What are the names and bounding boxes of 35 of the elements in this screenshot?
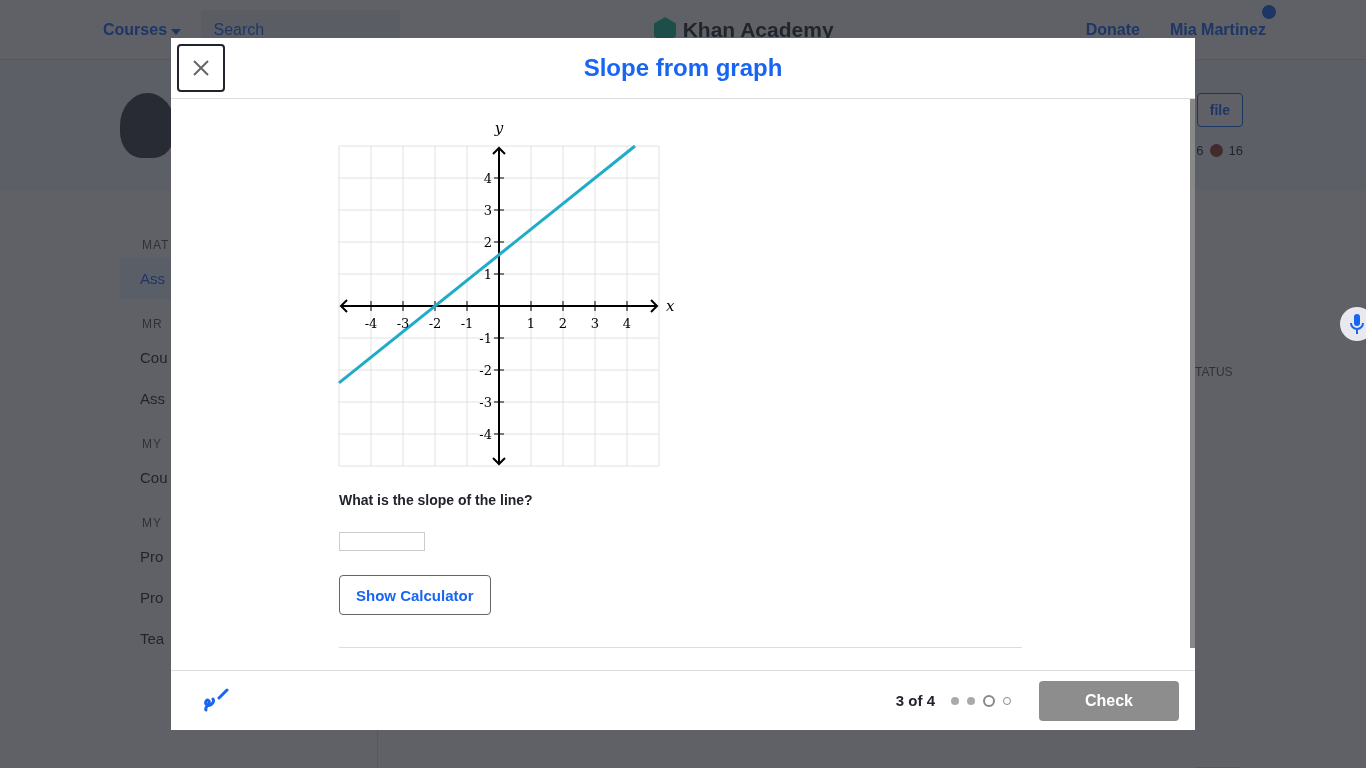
y-tick-label: -1 xyxy=(479,331,492,346)
y-tick-label: -4 xyxy=(479,427,492,442)
x-tick-label: 2 xyxy=(558,316,568,331)
y-axis-label: y xyxy=(494,119,504,137)
x-tick-label: 1 xyxy=(526,316,536,331)
x-tick-label: 4 xyxy=(622,316,632,331)
y-tick-label: -3 xyxy=(479,395,492,410)
x-tick-label: -2 xyxy=(428,316,442,331)
y-tick-label: 2 xyxy=(483,235,492,250)
progress-dot xyxy=(967,696,975,705)
y-tick-label: 3 xyxy=(483,203,492,218)
close-button[interactable] xyxy=(177,44,225,92)
question-text: What is the slope of the line? xyxy=(339,492,534,508)
y-tick-label: -2 xyxy=(479,363,492,378)
x-tick-label: -1 xyxy=(460,316,474,331)
progress-dot xyxy=(1003,696,1011,705)
stat-count: 16 xyxy=(1228,142,1243,158)
y-tick-label: 1 xyxy=(483,267,492,282)
close-icon xyxy=(193,60,209,76)
user-menu[interactable]: Mia Martinez xyxy=(1170,20,1266,39)
x-tick-label: -3 xyxy=(396,316,410,331)
progress-dot xyxy=(983,694,995,707)
x-tick-label: 3 xyxy=(590,316,600,331)
x-tick-label: -4 xyxy=(364,316,378,331)
answer-field[interactable] xyxy=(339,532,425,551)
show-calculator-button[interactable]: Show Calculator xyxy=(339,575,491,615)
x-axis-label: x xyxy=(666,297,675,315)
microphone-icon xyxy=(1350,314,1364,334)
progress-text: 3 of 4 xyxy=(895,692,935,709)
progress-dot xyxy=(951,696,959,705)
scratchpad-icon xyxy=(203,687,229,714)
dialog-title: Slope from graph xyxy=(583,54,783,82)
stat-count: 6 xyxy=(1196,142,1204,158)
y-tick-label: 4 xyxy=(483,171,492,186)
donate-link[interactable]: Donate xyxy=(1085,20,1140,39)
